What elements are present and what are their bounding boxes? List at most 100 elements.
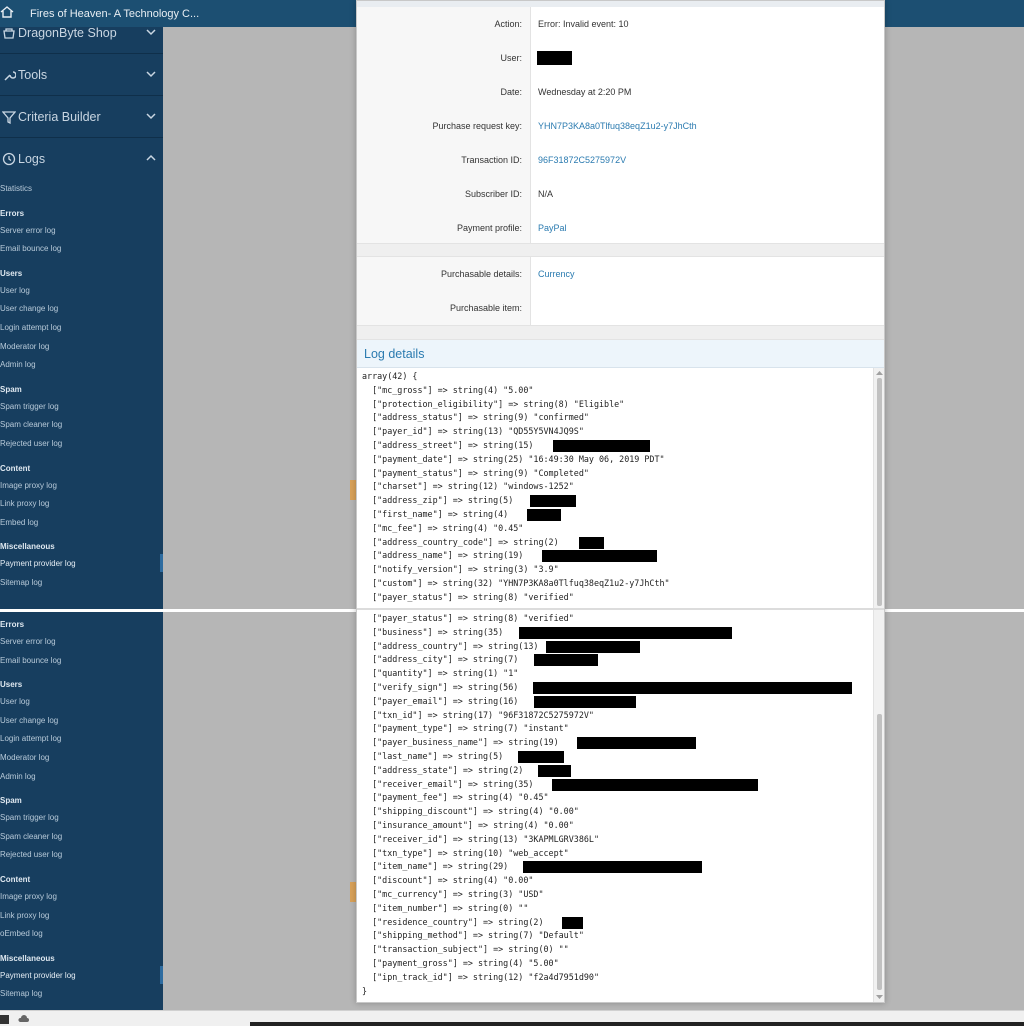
- log-details-code-top[interactable]: array(42) { ["mc_gross"] => string(4) "5…: [362, 370, 874, 608]
- scroll-down-icon[interactable]: [876, 994, 883, 1000]
- log-line: ["receiver_email"] => string(35): [362, 778, 534, 789]
- sidebar-link-moderator-log[interactable]: Moderator log: [0, 753, 49, 762]
- info-row-purchasable-details: Purchasable details: Currency: [357, 257, 884, 291]
- sidebar-link-email-bounce-log[interactable]: Email bounce log: [0, 656, 61, 665]
- info-row-payment-profile: Payment profile: PayPal: [357, 211, 884, 245]
- sidebar-link-rejected-user-log[interactable]: Rejected user log: [0, 850, 62, 859]
- log-line: ["payment_status"] => string(9) "Complet…: [362, 467, 589, 478]
- redaction-block: [537, 51, 572, 65]
- sidebar-group-content: Content: [0, 875, 31, 884]
- sidebar-link-oembed-log[interactable]: oEmbed log: [0, 929, 43, 938]
- log-line: ["address_zip"] => string(5): [362, 495, 514, 506]
- log-line: ["item_number"] => string(0) "": [362, 902, 529, 913]
- info-label: Action:: [357, 7, 531, 41]
- log-line: ["address_name"] => string(19): [362, 550, 524, 561]
- redaction-block: [530, 495, 576, 508]
- redaction-block: [527, 509, 561, 521]
- sidebar-link-server-error-log[interactable]: Server error log: [0, 637, 56, 646]
- sidebar-group-content: Content: [0, 463, 31, 473]
- log-line: ["protection_eligibility"] => string(8) …: [362, 398, 625, 409]
- redaction-block: [577, 737, 696, 750]
- sidebar-group-errors: Errors: [0, 208, 25, 218]
- sidebar-section-label: Criteria Builder: [18, 110, 101, 124]
- info-value[interactable]: PayPal: [538, 211, 567, 245]
- info-value[interactable]: Currency: [538, 257, 575, 291]
- cloud-icon[interactable]: [18, 1015, 29, 1023]
- sidebar-link-statistics[interactable]: Statistics: [0, 184, 32, 193]
- log-line: ["mc_gross"] => string(4) "5.00": [362, 384, 534, 395]
- scroll-thumb[interactable]: [877, 714, 882, 990]
- redaction-block: [523, 861, 702, 874]
- redaction-block: [533, 682, 852, 694]
- sidebar-link-spam-trigger-log[interactable]: Spam trigger log: [0, 813, 59, 822]
- sidebar-link-admin-log[interactable]: Admin log: [0, 772, 36, 781]
- home-icon[interactable]: [0, 5, 14, 19]
- redaction-block: [562, 916, 583, 929]
- log-details-code-bottom[interactable]: ["payer_status"] => string(8) "verified"…: [362, 612, 874, 1000]
- sidebar-link-user-log[interactable]: User log: [0, 286, 30, 295]
- log-line: ["mc_fee"] => string(4) "0.45": [362, 522, 524, 533]
- chevron-down-icon: [146, 71, 156, 78]
- payment-log-dialog: Action: Error: Invalid event: 10 User: Date…: [356, 0, 885, 1003]
- chevron-down-icon: [146, 29, 156, 36]
- sidebar-link-link-proxy-log[interactable]: Link proxy log: [0, 499, 49, 508]
- sidebar-link-moderator-log[interactable]: Moderator log: [0, 342, 49, 351]
- sidebar-link-user-change-log[interactable]: User change log: [0, 716, 58, 725]
- log-line: ["notify_version"] => string(3) "3.9": [362, 564, 559, 575]
- log-line: ["address_country_code"] => string(2): [362, 536, 559, 547]
- log-line: ["payer_status"] => string(8) "verified": [362, 613, 574, 623]
- sidebar-link-image-proxy-log[interactable]: Image proxy log: [0, 892, 57, 901]
- redaction-block: [546, 640, 640, 653]
- shop-icon: [3, 28, 15, 39]
- info-label: Subscriber ID:: [357, 177, 531, 211]
- log-line: }: [362, 985, 368, 996]
- section-separator: [357, 325, 884, 340]
- sidebar-link-image-proxy-log[interactable]: Image proxy log: [0, 481, 57, 490]
- sidebar-link-sitemap-log[interactable]: Sitemap log: [0, 578, 42, 587]
- site-title[interactable]: Fires of Heaven- A Technology C...: [30, 8, 199, 20]
- log-line: array(42) {: [362, 371, 418, 381]
- log-line: ["address_street"] => string(15): [362, 440, 534, 450]
- log-scrollbar-top[interactable]: [873, 368, 884, 608]
- filter-icon: [2, 111, 16, 124]
- sidebar-link-user-change-log[interactable]: User change log: [0, 304, 58, 313]
- log-scrollbar-bottom[interactable]: [873, 610, 884, 1002]
- sidebar-section-criteria-builder[interactable]: Criteria Builder: [0, 97, 163, 138]
- log-line: ["payer_id"] => string(13) "QD55Y5VN4JQ9…: [362, 426, 584, 437]
- info-value[interactable]: YHN7P3KA8a0Tlfuq38eqZ1u2-y7JhCth: [538, 109, 697, 143]
- sidebar-section-logs[interactable]: Logs: [0, 139, 163, 180]
- scroll-up-icon[interactable]: [876, 370, 883, 376]
- log-line: ["quantity"] => string(1) "1": [362, 668, 519, 679]
- sidebar-link-login-attempt-log[interactable]: Login attempt log: [0, 323, 61, 332]
- sidebar-section-tools[interactable]: Tools: [0, 55, 163, 96]
- sidebar-group-spam: Spam: [0, 384, 22, 394]
- sidebar-link-server-error-log[interactable]: Server error log: [0, 226, 56, 235]
- chevron-up-icon: [146, 154, 156, 161]
- sidebar-link-payment-provider-log[interactable]: Payment provider log: [0, 971, 76, 980]
- sidebar-link-sitemap-log[interactable]: Sitemap log: [0, 989, 42, 998]
- sidebar-link-spam-cleaner-log[interactable]: Spam cleaner log: [0, 832, 62, 841]
- log-line: ["charset"] => string(12) "windows-1252": [362, 481, 574, 492]
- sidebar-link-admin-log[interactable]: Admin log: [0, 360, 36, 369]
- sidebar-link-spam-trigger-log[interactable]: Spam trigger log: [0, 402, 59, 411]
- log-line: ["insurance_amount"] => string(4) "0.00": [362, 820, 574, 830]
- sidebar-link-email-bounce-log[interactable]: Email bounce log: [0, 244, 61, 253]
- sidebar-link-user-log[interactable]: User log: [0, 697, 30, 706]
- sidebar-link-payment-provider-log[interactable]: Payment provider log: [0, 559, 76, 568]
- sidebar-link-rejected-user-log[interactable]: Rejected user log: [0, 439, 62, 448]
- log-line: ["payer_business_name"] => string(19): [362, 737, 559, 748]
- info-value[interactable]: 96F31872C5275972V: [538, 143, 626, 177]
- sidebar-link-login-attempt-log[interactable]: Login attempt log: [0, 734, 61, 743]
- info-row-action: Action: Error: Invalid event: 10: [357, 7, 884, 41]
- sidebar-link-embed-log[interactable]: Embed log: [0, 518, 38, 527]
- info-row-transaction-id: Transaction ID: 96F31872C5275972V: [357, 143, 884, 177]
- log-details-header: Log details: [357, 340, 884, 368]
- sidebar-section-dragonbyte-shop[interactable]: DragonByte Shop: [0, 27, 163, 54]
- sidebar-group-miscellaneous: Miscellaneous: [0, 542, 55, 552]
- info-value: Error: Invalid event: 10: [538, 19, 629, 29]
- sidebar-link-spam-cleaner-log[interactable]: Spam cleaner log: [0, 420, 62, 429]
- sidebar-link-link-proxy-log[interactable]: Link proxy log: [0, 911, 49, 920]
- scroll-thumb[interactable]: [877, 378, 882, 606]
- info-label: Payment profile:: [357, 211, 531, 245]
- start-icon[interactable]: [0, 1015, 9, 1024]
